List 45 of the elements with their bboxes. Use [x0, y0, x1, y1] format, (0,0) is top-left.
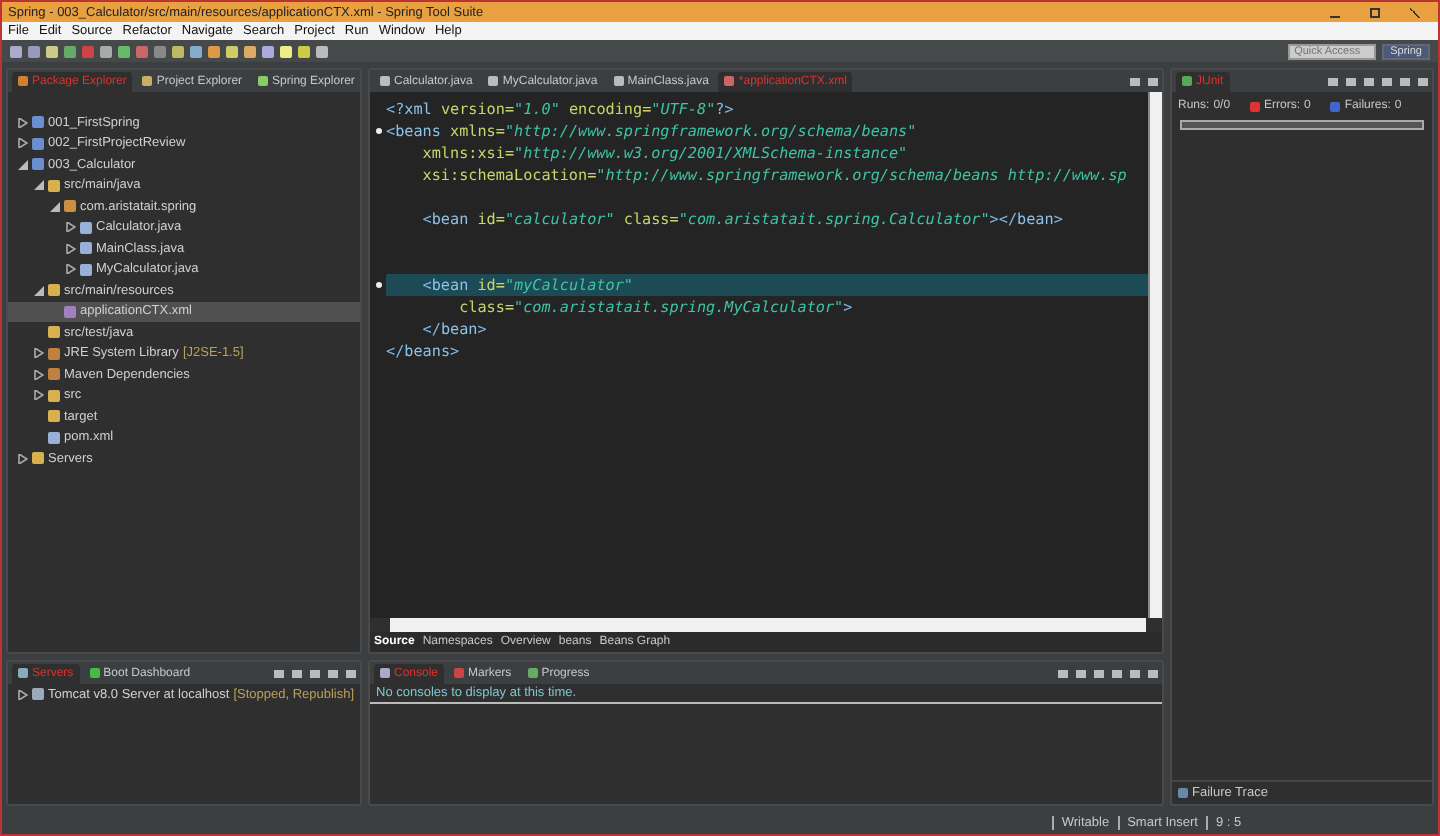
collapsed-arrow-icon[interactable]	[17, 117, 27, 128]
tab-icon	[18, 76, 28, 86]
folder-icon	[32, 452, 44, 465]
trace-icon	[1178, 788, 1188, 798]
file-icon	[48, 431, 60, 444]
tab-icon	[142, 76, 153, 86]
scrollbar[interactable]	[1148, 92, 1162, 618]
failure-icon	[1330, 101, 1341, 111]
expanded-arrow-icon[interactable]	[33, 180, 43, 191]
tab-icon	[89, 668, 100, 678]
tab-icon	[1182, 76, 1192, 86]
collapsed-arrow-icon[interactable]	[33, 369, 43, 380]
code-editor[interactable]	[370, 92, 1162, 618]
expanded-arrow-icon[interactable]	[49, 201, 59, 212]
folder-icon	[48, 326, 60, 339]
collapsed-arrow-icon[interactable]	[17, 138, 27, 149]
tab-icon	[527, 668, 538, 678]
collapsed-arrow-icon[interactable]	[17, 453, 27, 464]
tab-icon	[18, 668, 28, 678]
collapsed-arrow-icon[interactable]	[33, 348, 43, 359]
fold-marker-icon[interactable]	[375, 128, 381, 134]
tab-icon	[380, 668, 390, 678]
collapsed-arrow-icon[interactable]	[33, 390, 43, 401]
scrollbar[interactable]	[390, 618, 1146, 632]
collapsed-arrow-icon[interactable]	[65, 222, 75, 233]
folder-icon	[48, 284, 60, 297]
xml-icon	[64, 305, 76, 318]
collapsed-arrow-icon[interactable]	[65, 264, 75, 275]
tab-icon	[724, 76, 735, 86]
collapsed-arrow-icon[interactable]	[65, 243, 75, 254]
close-icon[interactable]	[1410, 7, 1420, 17]
tab-icon	[258, 76, 269, 86]
tab-icon	[613, 76, 624, 86]
server-icon	[32, 688, 44, 701]
maximize-icon[interactable]	[1370, 7, 1380, 17]
expanded-arrow-icon[interactable]	[17, 159, 27, 170]
folder-icon	[48, 179, 60, 192]
fold-marker-icon[interactable]	[375, 282, 381, 288]
expanded-arrow-icon[interactable]	[33, 285, 43, 296]
error-icon	[1250, 101, 1261, 111]
tab-icon	[380, 76, 390, 86]
collapsed-arrow-icon[interactable]	[17, 689, 27, 700]
tab-icon	[488, 76, 499, 86]
tab-icon	[454, 668, 465, 678]
package-icon	[64, 200, 76, 213]
